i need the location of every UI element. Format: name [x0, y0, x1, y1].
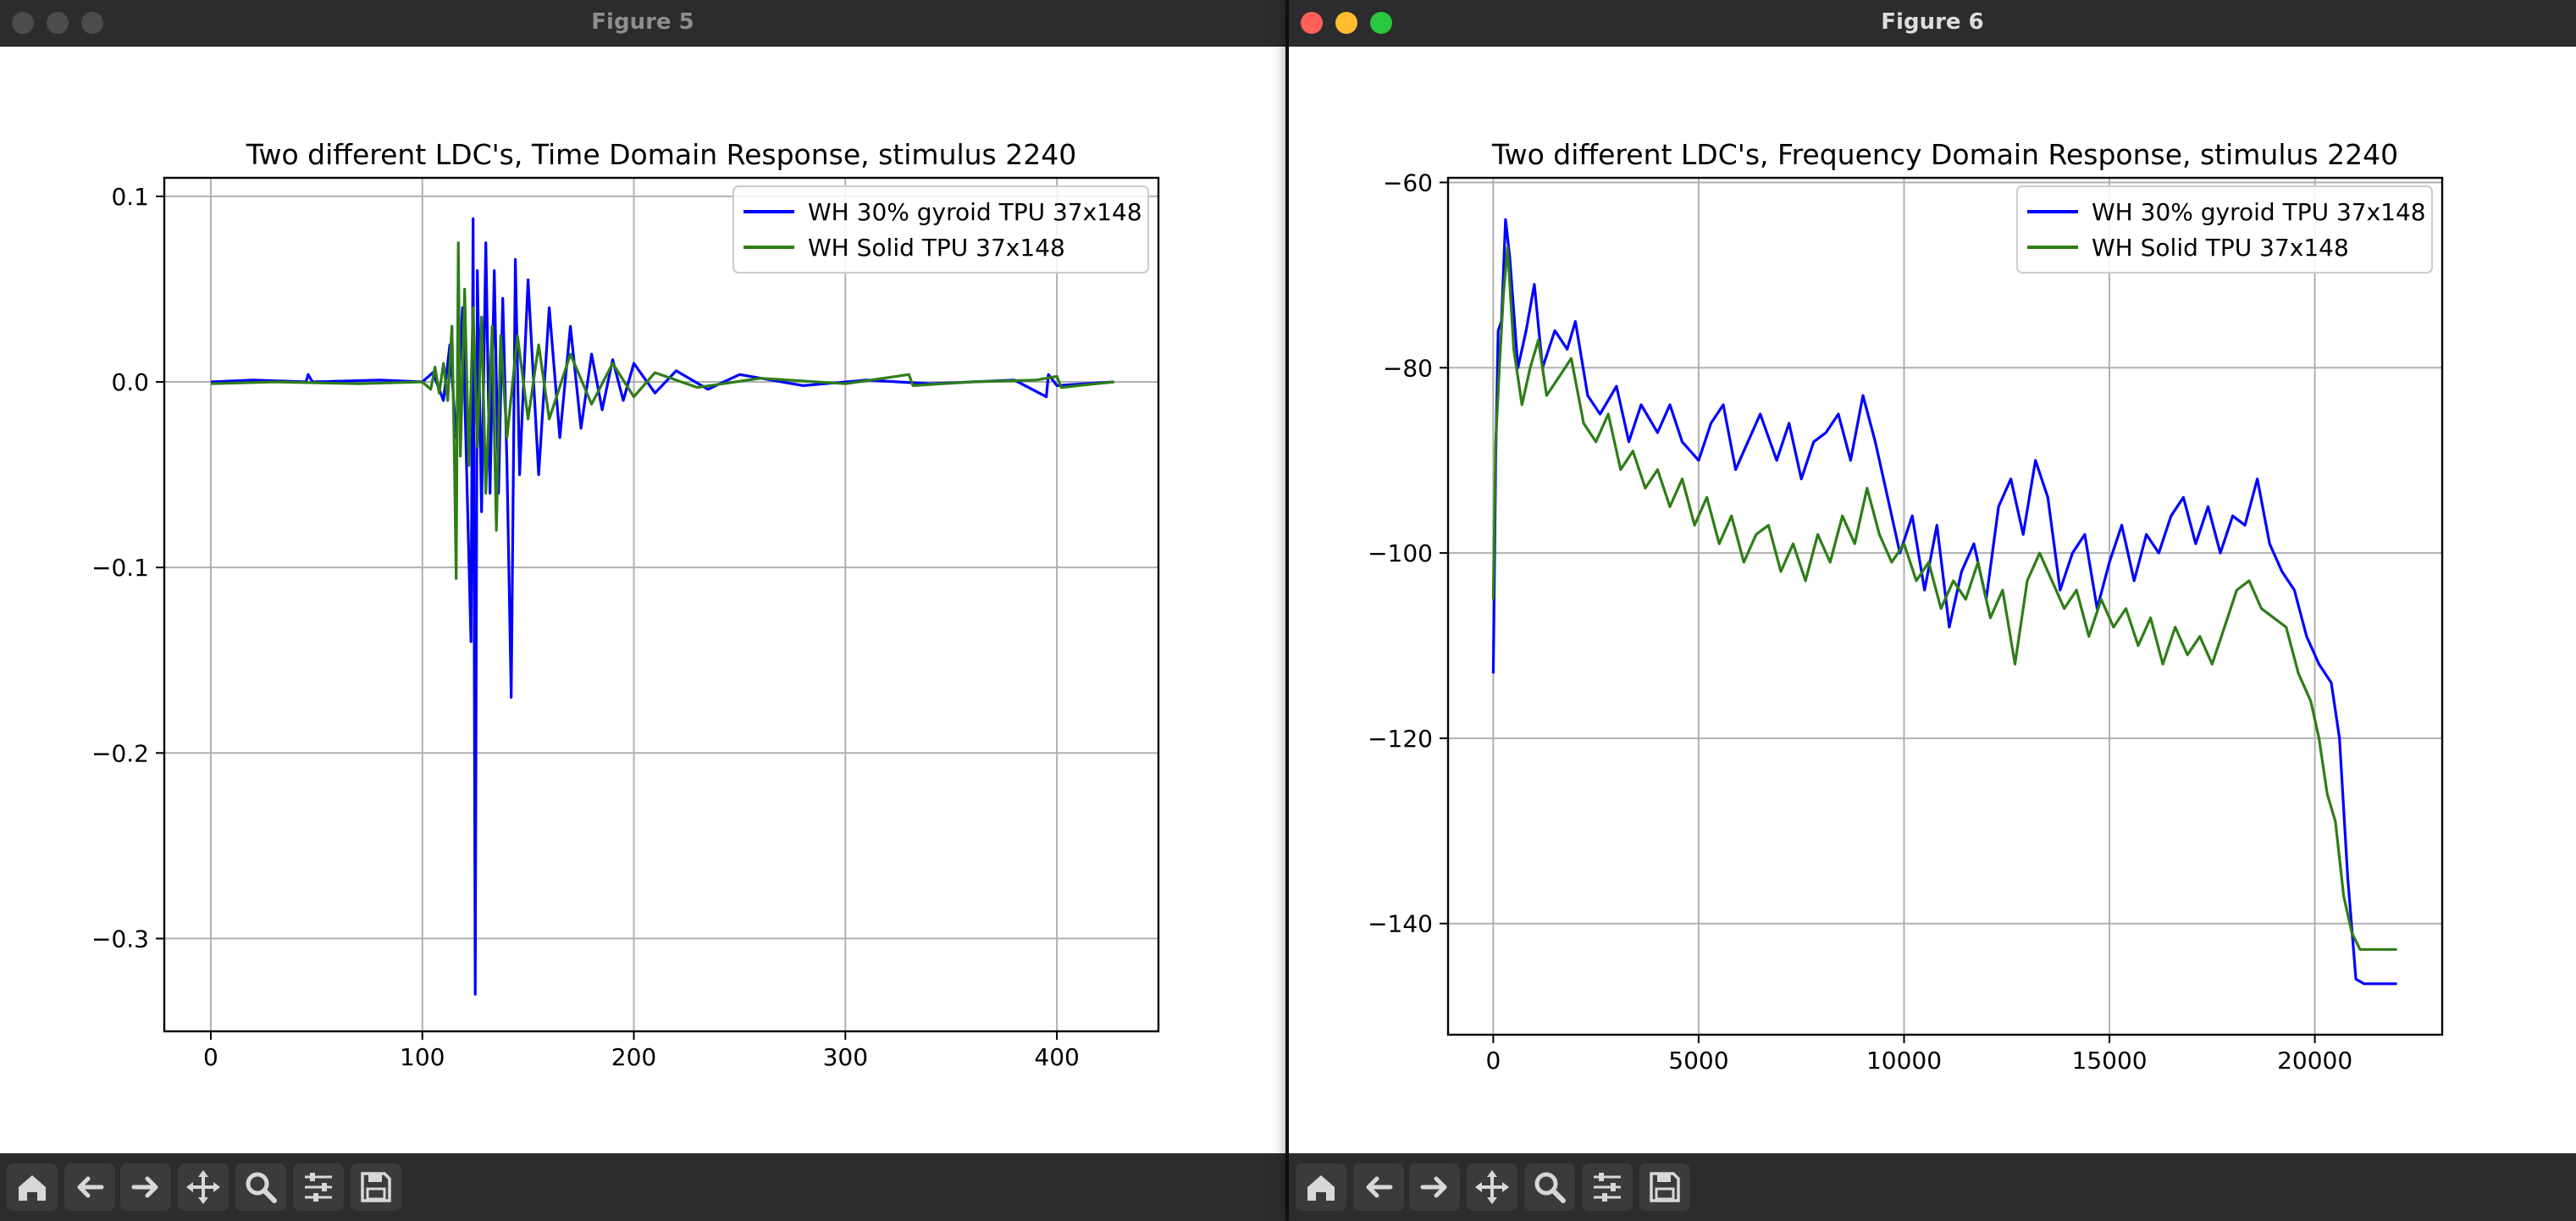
navigation-toolbar [0, 1153, 1285, 1221]
sliders-button[interactable] [293, 1163, 344, 1211]
home-icon [19, 1175, 46, 1201]
back-arrow-button[interactable] [64, 1163, 115, 1211]
legend-label: WH Solid TPU 37x148 [808, 234, 1065, 262]
pan-icon [186, 1170, 220, 1204]
legend-label: WH 30% gyroid TPU 37x148 [808, 198, 1142, 226]
y-tick-label: 0.0 [111, 368, 149, 396]
x-tick-label: 15000 [2072, 1047, 2148, 1075]
y-tick-label: −120 [1368, 725, 1433, 753]
figure-6-window: Figure 6 0 5000 10000 15000 20000 −60 −80 −100 −… [1289, 0, 2576, 1221]
save-button[interactable] [351, 1163, 401, 1211]
x-tick-label: 10000 [1866, 1047, 1942, 1075]
forward-arrow-button[interactable] [1409, 1163, 1460, 1211]
x-tick-label: 400 [1034, 1043, 1079, 1071]
zoom-button[interactable] [1524, 1163, 1575, 1211]
axes-frame [1446, 176, 2444, 1036]
series-line-1 [210, 241, 1114, 580]
x-tick-label: 200 [611, 1043, 656, 1071]
home-icon [1307, 1175, 1335, 1201]
x-tick-label: 20000 [2277, 1047, 2352, 1075]
chart-title: Two different LDC's, Time Domain Respons… [246, 138, 1076, 171]
legend-label: WH 30% gyroid TPU 37x148 [2092, 198, 2426, 226]
navigation-toolbar [1289, 1153, 2576, 1221]
series-line-1 [1491, 246, 2397, 951]
y-tick-label: −140 [1368, 910, 1433, 938]
x-tick-label: 100 [400, 1043, 445, 1071]
y-tick-label: −80 [1383, 354, 1433, 382]
frequency-domain-plot[interactable]: 0 5000 10000 15000 20000 −60 −80 −100 −120 −140 Tw… [1289, 46, 2576, 1153]
window-title: Figure 6 [1881, 9, 1984, 35]
back-arrow-icon [77, 1176, 104, 1198]
title-bar[interactable]: Figure 5 [0, 0, 1285, 47]
x-tick-label: 0 [1485, 1047, 1501, 1075]
zoom-icon [1534, 1172, 1566, 1203]
y-tick-label: −60 [1383, 169, 1433, 196]
home-button[interactable] [7, 1163, 58, 1211]
home-button[interactable] [1296, 1163, 1346, 1211]
sliders-icon [1594, 1173, 1621, 1202]
forward-arrow-icon [1420, 1176, 1447, 1198]
title-bar[interactable]: Figure 6 [1289, 0, 2576, 47]
figure-5-window: Figure 5 0 100 200 300 400 0.1 0.0 −0.1 −0.2 −0.3… [0, 0, 1285, 1221]
forward-arrow-icon [131, 1176, 158, 1198]
save-icon [361, 1172, 391, 1202]
pan-button[interactable] [1467, 1163, 1517, 1211]
x-tick-label: 5000 [1668, 1047, 1728, 1075]
save-button[interactable] [1639, 1163, 1690, 1211]
y-tick-label: −0.3 [91, 925, 149, 953]
legend: WH 30% gyroid TPU 37x148 WH Solid TPU 37x… [2016, 185, 2433, 273]
back-arrow-icon [1366, 1176, 1393, 1198]
back-arrow-button[interactable] [1353, 1163, 1404, 1211]
time-domain-plot[interactable]: 0 100 200 300 400 0.1 0.0 −0.1 −0.2 −0.3 Two diffe… [0, 46, 1285, 1153]
forward-arrow-button[interactable] [120, 1163, 171, 1211]
sliders-button[interactable] [1582, 1163, 1633, 1211]
y-tick-label: −0.2 [91, 739, 149, 767]
x-tick-label: 300 [823, 1043, 868, 1071]
sliders-icon [305, 1173, 332, 1202]
x-tick-label: 0 [203, 1043, 218, 1071]
axes-frame [163, 176, 1160, 1033]
pan-icon [1475, 1170, 1509, 1204]
pan-button[interactable] [178, 1163, 229, 1211]
legend-label: WH Solid TPU 37x148 [2092, 234, 2349, 262]
zoom-button[interactable] [235, 1163, 286, 1211]
save-icon [1650, 1172, 1680, 1202]
zoom-icon [246, 1172, 277, 1203]
series-line-0 [210, 217, 1114, 996]
window-title: Figure 5 [591, 9, 694, 35]
y-tick-label: −0.1 [91, 554, 149, 582]
y-tick-label: 0.1 [111, 183, 149, 211]
legend: WH 30% gyroid TPU 37x148 WH Solid TPU 37x… [732, 185, 1149, 273]
y-tick-label: −100 [1368, 539, 1433, 567]
chart-title: Two different LDC's, Frequency Domain Re… [1491, 138, 2398, 171]
